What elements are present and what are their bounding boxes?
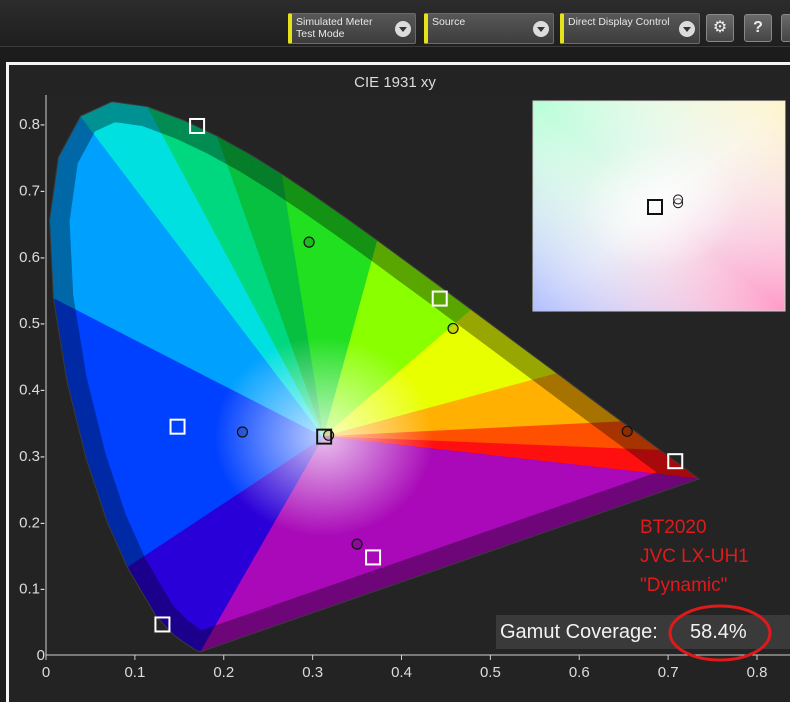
measured-marker <box>303 236 315 248</box>
measured-marker <box>236 426 249 438</box>
measured-marker <box>447 322 459 335</box>
x-tick-label: 0.7 <box>658 664 679 681</box>
y-tick-label: 0.6- <box>19 249 45 266</box>
y-tick-label: 0 <box>37 647 45 664</box>
chart-title: CIE 1931 xy <box>354 74 436 91</box>
x-tick-label: 0.5 <box>480 664 501 681</box>
white-point-inset <box>532 100 786 312</box>
annotation-standard: BT2020 <box>640 517 707 538</box>
y-tick-label: 0.7- <box>19 182 45 199</box>
y-tick-label: 0.2- <box>19 514 45 531</box>
y-tick-label: 0.3- <box>19 448 45 465</box>
y-tick-label: 0.1- <box>19 581 45 598</box>
y-tick-label: 0.8- <box>19 116 45 133</box>
gamut-coverage-value: 58.4% <box>690 621 747 643</box>
gamut-coverage-box: Gamut Coverage: 58.4% <box>496 615 790 649</box>
annotation-mode: "Dynamic" <box>640 575 728 596</box>
x-tick-label: 0.4 <box>391 664 412 681</box>
x-tick-label: 0 <box>42 664 50 681</box>
y-tick-label: 0.4- <box>19 382 45 399</box>
inset-measured-marker <box>673 194 684 205</box>
x-tick-label: 0.1 <box>124 664 145 681</box>
x-tick-label: 0.2 <box>213 664 234 681</box>
x-tick-label: 0.8 <box>747 664 768 681</box>
x-tick-label: 0.3 <box>302 664 323 681</box>
y-tick-label: 0.5- <box>19 315 45 332</box>
x-tick-label: 0.6 <box>569 664 590 681</box>
inset-center-glow <box>580 140 740 270</box>
gamut-coverage-label: Gamut Coverage: <box>500 621 658 643</box>
measured-marker <box>351 538 363 550</box>
annotation-device: JVC LX-UH1 <box>640 546 749 567</box>
measured-marker <box>621 425 633 437</box>
measured-marker <box>323 429 335 441</box>
